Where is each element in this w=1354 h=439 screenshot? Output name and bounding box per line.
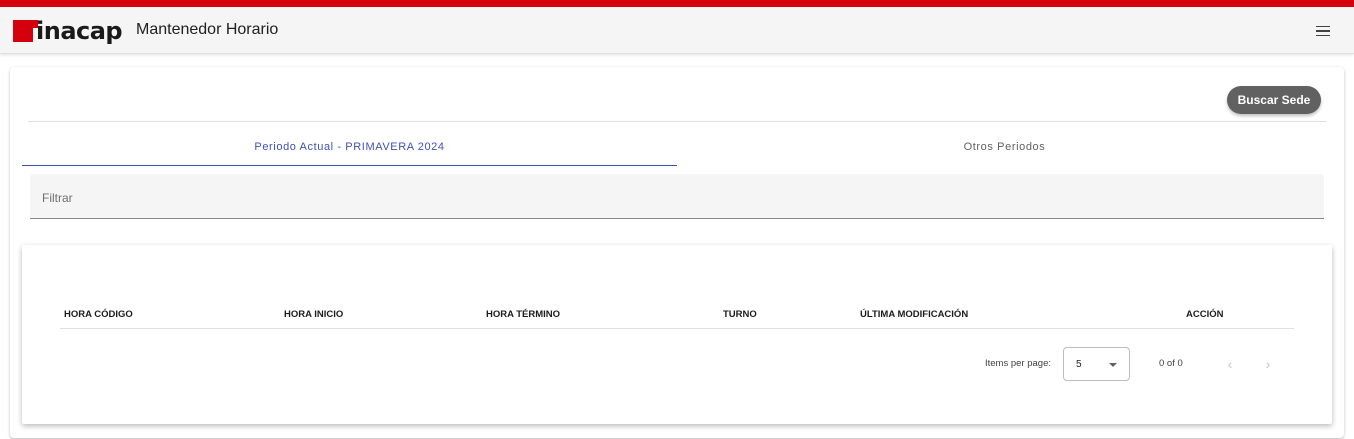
column-header-hora-codigo[interactable]: HORA CÓDIGO [64,309,133,320]
filter-field [30,174,1324,219]
table-header-row: HORA CÓDIGO HORA INICIO HORA TÉRMINO TUR… [60,300,1294,329]
app-title: Mantenedor Horario [136,21,279,38]
column-header-hora-termino[interactable]: HORA TÉRMINO [486,309,560,320]
filter-input[interactable] [30,174,1324,218]
app-toolbar: inacap Mantenedor Horario [0,7,1354,54]
dropdown-arrow-icon [1109,363,1117,367]
chevron-right-icon[interactable]: › [1257,353,1279,375]
page-range-label: 0 of 0 [1159,358,1183,369]
period-tabs: Periodo Actual - PRIMAVERA 2024 Otros Pe… [22,128,1332,166]
column-header-ultima-modificacion[interactable]: ÚLTIMA MODIFICACIÓN [860,309,968,320]
page-size-value: 5 [1076,359,1082,370]
brand-stripe [0,0,1354,7]
tab-periodo-actual[interactable]: Periodo Actual - PRIMAVERA 2024 [22,128,677,166]
inacap-logo: inacap [13,17,123,45]
hamburger-menu-icon[interactable] [1312,20,1334,42]
column-header-turno[interactable]: TURNO [723,309,757,320]
logo-text: inacap [36,17,123,45]
chevron-left-icon[interactable]: ‹ [1219,353,1241,375]
column-header-hora-inicio[interactable]: HORA INICIO [284,309,343,320]
items-per-page-label: Items per page: [985,358,1052,369]
main-card: Buscar Sede Periodo Actual - PRIMAVERA 2… [10,67,1344,438]
tab-otros-periodos[interactable]: Otros Periodos [677,128,1332,166]
horario-table-card: HORA CÓDIGO HORA INICIO HORA TÉRMINO TUR… [22,245,1332,424]
page-size-select[interactable]: 5 [1063,347,1130,381]
header-divider [28,121,1326,122]
buscar-sede-button[interactable]: Buscar Sede [1227,86,1321,114]
column-header-accion: ACCIÓN [1186,309,1224,320]
table-paginator: Items per page: 5 0 of 0 ‹ › [22,347,1332,381]
logo-mark-icon [13,20,38,42]
